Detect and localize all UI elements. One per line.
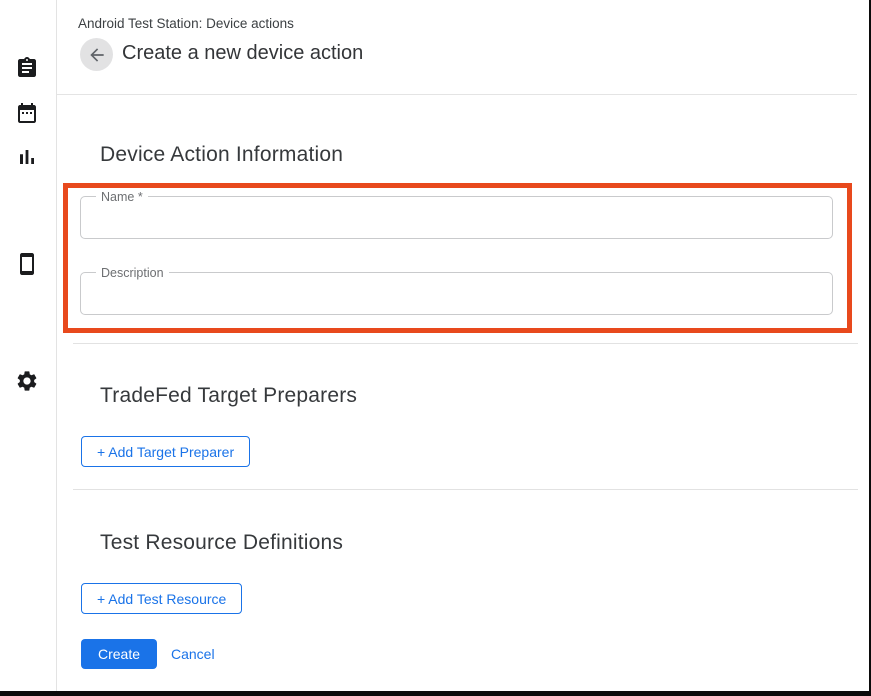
back-button[interactable] (80, 38, 113, 71)
section-title-target-preparers: TradeFed Target Preparers (100, 384, 357, 408)
arrow-back-icon (87, 45, 107, 65)
cancel-link[interactable]: Cancel (171, 646, 215, 662)
name-input[interactable] (81, 197, 832, 238)
section-title-test-resources: Test Resource Definitions (100, 531, 343, 555)
smartphone-icon[interactable] (15, 252, 39, 276)
add-target-preparer-button[interactable]: + Add Target Preparer (81, 436, 250, 467)
clipboard-assignment-icon[interactable] (15, 56, 39, 80)
sidebar-divider (56, 0, 57, 691)
divider (73, 489, 858, 490)
create-button[interactable]: Create (81, 639, 157, 669)
name-field[interactable]: Name * (80, 196, 833, 239)
bar-chart-icon[interactable] (15, 145, 39, 169)
description-input[interactable] (81, 273, 832, 314)
gear-icon[interactable] (15, 369, 39, 393)
description-field[interactable]: Description (80, 272, 833, 315)
divider (73, 343, 858, 344)
sidebar (0, 0, 56, 691)
page-title: Create a new device action (122, 42, 363, 65)
section-title-device-action-info: Device Action Information (100, 143, 343, 167)
calendar-icon[interactable] (15, 101, 39, 125)
android-test-station-window: Android Test Station: Device actions Cre… (0, 0, 871, 696)
breadcrumb: Android Test Station: Device actions (78, 16, 294, 31)
add-test-resource-button[interactable]: + Add Test Resource (81, 583, 242, 614)
divider (57, 94, 857, 95)
